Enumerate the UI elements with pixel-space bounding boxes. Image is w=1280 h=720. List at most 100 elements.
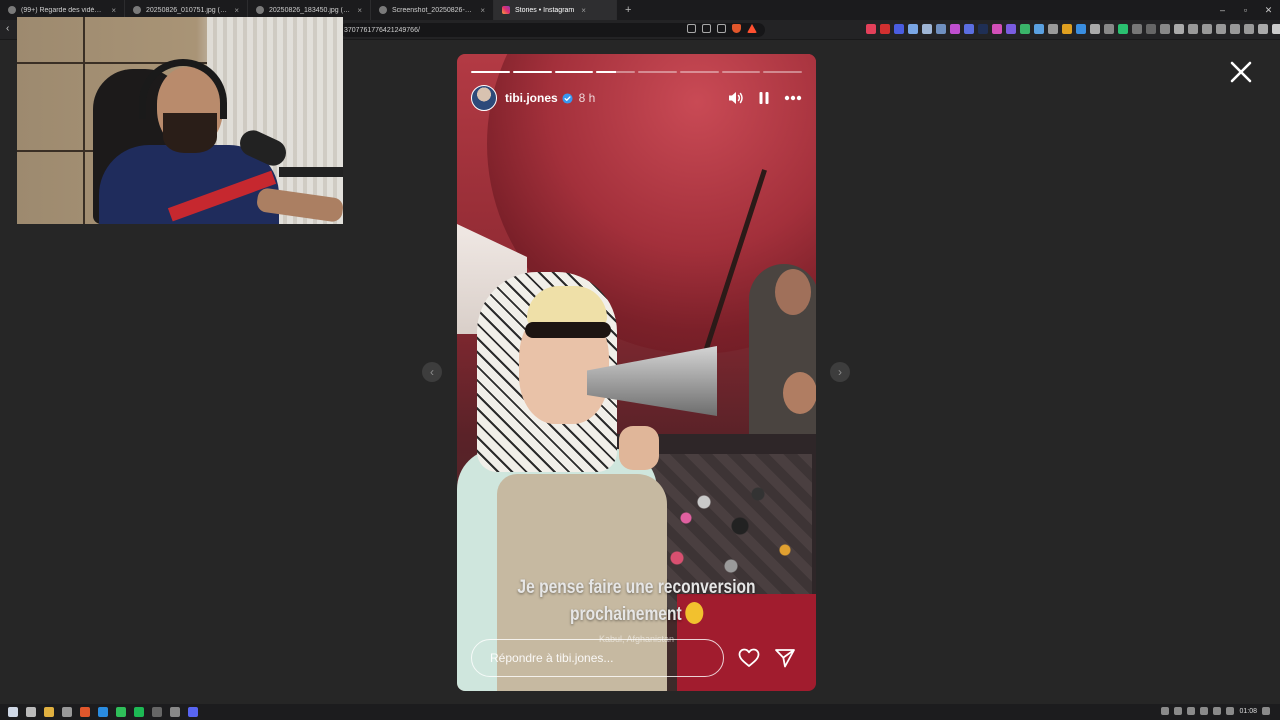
extension-icon[interactable]	[950, 24, 960, 34]
whatsapp-icon[interactable]	[116, 707, 126, 717]
extension-icon[interactable]	[1048, 24, 1058, 34]
caption-line-1: Je pense faire une reconversion	[517, 577, 756, 598]
next-story-button[interactable]: ›	[830, 362, 850, 382]
globe-icon	[256, 6, 264, 14]
story-viewer[interactable]: tibi.jones 8 h Je pense faire une reconv…	[457, 54, 816, 691]
tray-icon[interactable]	[1174, 707, 1183, 715]
extension-icon[interactable]	[1216, 24, 1226, 34]
pause-icon[interactable]	[758, 91, 770, 105]
extension-icon[interactable]	[992, 24, 1002, 34]
taskbar-apps	[8, 707, 198, 717]
zoom-icon[interactable]	[702, 24, 711, 33]
close-icon[interactable]	[1228, 59, 1254, 85]
extension-icon[interactable]	[1146, 24, 1156, 34]
close-window-icon[interactable]: ✕	[1257, 0, 1280, 20]
sunglasses	[525, 322, 611, 338]
extension-icon[interactable]	[908, 24, 918, 34]
extension-icon[interactable]	[1160, 24, 1170, 34]
extension-icon[interactable]	[1132, 24, 1142, 34]
tab-screenshot[interactable]: Screenshot_20250826-183622_X.jpg ×	[371, 0, 494, 20]
extension-icon[interactable]	[1230, 24, 1240, 34]
minimize-icon[interactable]: –	[1211, 0, 1234, 20]
app-icon[interactable]	[98, 707, 108, 717]
start-icon[interactable]	[8, 707, 18, 717]
extension-icon[interactable]	[1076, 24, 1086, 34]
spotify-icon[interactable]	[134, 707, 144, 717]
extension-icon[interactable]	[1244, 24, 1254, 34]
extension-icon[interactable]	[1090, 24, 1100, 34]
extension-icon[interactable]	[1006, 24, 1016, 34]
volume-tray-icon[interactable]	[1213, 707, 1222, 715]
cast-icon[interactable]	[687, 24, 696, 33]
extension-icon[interactable]	[1034, 24, 1044, 34]
send-icon[interactable]	[774, 648, 796, 668]
progress-segment	[471, 71, 510, 73]
wall-panel-line	[83, 17, 85, 224]
share-icon[interactable]	[717, 24, 726, 33]
brave-icon[interactable]	[80, 707, 90, 717]
extension-icon[interactable]	[894, 24, 904, 34]
close-tab-icon[interactable]: ×	[111, 6, 116, 15]
progress-fill	[554, 71, 594, 73]
address-bar[interactable]: 3707761776421249766/	[340, 23, 765, 37]
extension-icon[interactable]	[880, 24, 890, 34]
taskbar: 01:08	[0, 704, 1280, 720]
close-tab-icon[interactable]: ×	[357, 6, 362, 15]
username[interactable]: tibi.jones	[505, 91, 558, 105]
discord-icon[interactable]	[188, 707, 198, 717]
brave-rewards-icon[interactable]	[747, 24, 757, 33]
extension-icon[interactable]	[1118, 24, 1128, 34]
app-icon[interactable]	[152, 707, 162, 717]
back-arrow-icon[interactable]: ‹	[6, 23, 9, 34]
extension-icon[interactable]	[866, 24, 876, 34]
youtube-favicon-icon	[8, 6, 16, 14]
chevron-left-icon: ‹	[430, 365, 434, 379]
progress-segment	[554, 71, 594, 73]
tray-icon[interactable]	[1187, 707, 1196, 715]
restore-icon[interactable]: ▫	[1234, 0, 1257, 20]
chevron-up-icon[interactable]	[1161, 707, 1170, 715]
app-icon[interactable]	[62, 707, 72, 717]
heart-icon[interactable]	[738, 648, 760, 668]
brave-shield-icon[interactable]	[732, 24, 741, 33]
clock[interactable]: 01:08	[1239, 708, 1257, 715]
chevron-right-icon: ›	[838, 365, 842, 379]
tab-instagram-stories[interactable]: Stories • Instagram ×	[494, 0, 617, 20]
search-icon[interactable]	[26, 707, 36, 717]
close-tab-icon[interactable]: ×	[480, 6, 485, 15]
extension-icon[interactable]	[1174, 24, 1184, 34]
extension-icon[interactable]	[936, 24, 946, 34]
story-progress-bar	[471, 71, 802, 73]
close-tab-icon[interactable]: ×	[234, 6, 239, 15]
battery-icon[interactable]	[1226, 707, 1235, 715]
tab-label: (99+) Regarde des vidéos tendance s	[21, 6, 104, 14]
more-icon[interactable]	[784, 95, 802, 101]
extension-icon[interactable]	[1258, 24, 1268, 34]
new-tab-button[interactable]: +	[617, 4, 639, 16]
extension-icon[interactable]	[1104, 24, 1114, 34]
volume-icon[interactable]	[728, 91, 744, 105]
extension-icon[interactable]	[1020, 24, 1030, 34]
app-icon[interactable]	[170, 707, 180, 717]
caption-line-2-text: prochainement	[569, 604, 682, 625]
webcam-overlay	[17, 17, 343, 224]
wifi-icon[interactable]	[1200, 707, 1209, 715]
avatar[interactable]	[471, 85, 497, 111]
extension-icon[interactable]	[978, 24, 988, 34]
file-explorer-icon[interactable]	[44, 707, 54, 717]
extension-icon[interactable]	[1062, 24, 1072, 34]
extension-icon[interactable]	[1188, 24, 1198, 34]
vendor-head	[775, 269, 811, 315]
reply-input[interactable]: Répondre à tibi.jones...	[471, 639, 724, 677]
notification-icon[interactable]	[1262, 707, 1270, 715]
previous-story-button[interactable]: ‹	[422, 362, 442, 382]
extension-icon[interactable]	[964, 24, 974, 34]
progress-segment	[679, 71, 719, 73]
menu-icon[interactable]	[1272, 24, 1280, 34]
window-controls: – ▫ ✕	[1211, 0, 1280, 20]
extension-icon[interactable]	[922, 24, 932, 34]
close-tab-icon[interactable]: ×	[581, 6, 586, 15]
tab-label: 20250826_183450.jpg (959×1063)	[269, 6, 350, 14]
story-header: tibi.jones 8 h	[471, 84, 802, 112]
extension-icon[interactable]	[1202, 24, 1212, 34]
